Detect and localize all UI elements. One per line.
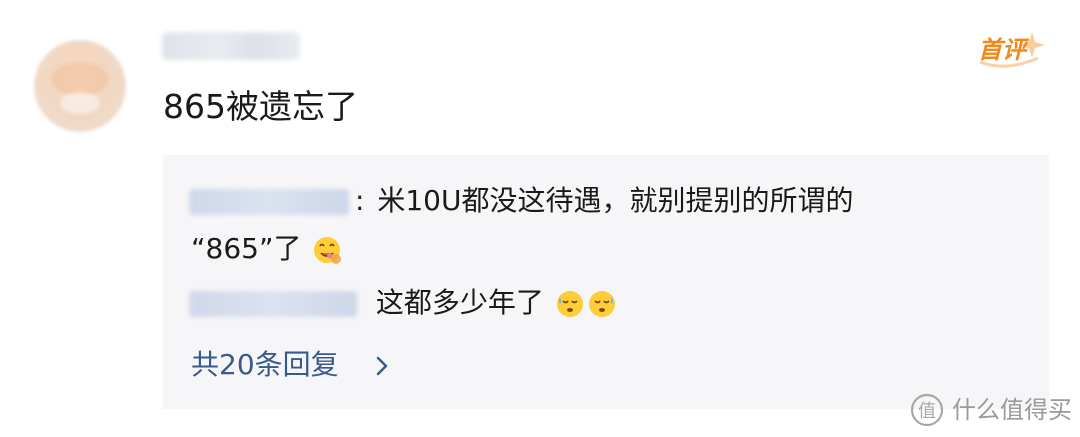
reply-item: 这都多少年了 <box>163 283 617 323</box>
user-avatar[interactable] <box>34 40 126 132</box>
reply-text: “865”了 <box>191 232 302 265</box>
reply-text: 这都多少年了 <box>375 286 544 319</box>
first-comment-badge: 首评 <box>976 28 1046 72</box>
username-blurred[interactable] <box>162 32 300 60</box>
yum-face-emoji <box>314 237 342 264</box>
watermark-text: 什么值得买 <box>952 396 1072 424</box>
chevron-right-icon <box>376 356 387 376</box>
reply-text: 米10U都没这待遇，就别提别的所谓的 <box>377 184 854 217</box>
svg-text:值: 值 <box>918 401 936 422</box>
reply-author-blurred[interactable] <box>189 291 357 317</box>
comment-text: 865被遗忘了 <box>163 87 358 126</box>
reply-item: : 米10U都没这待遇，就别提别的所谓的 <box>163 181 853 221</box>
sweat-face-emoji <box>588 291 615 317</box>
reply-count-label: 共20条回复 <box>191 348 339 381</box>
reply-item-continued: “865”了 <box>191 229 342 269</box>
reply-separator: : <box>355 184 365 217</box>
reply-author-blurred[interactable] <box>189 189 349 215</box>
zhi-circle-logo-icon: 值 <box>910 393 944 427</box>
view-all-replies-link[interactable]: 共20条回复 <box>191 345 390 385</box>
sweat-face-emoji <box>556 291 583 317</box>
first-comment-label: 首评 <box>978 36 1026 64</box>
comment-card: 首评 865被遗忘了 : 米10U都没这待遇，就别提别的所谓的 “865”了 这… <box>0 0 1080 437</box>
replies-box[interactable]: : 米10U都没这待遇，就别提别的所谓的 “865”了 这都多少年了 共20条回… <box>163 155 1049 409</box>
